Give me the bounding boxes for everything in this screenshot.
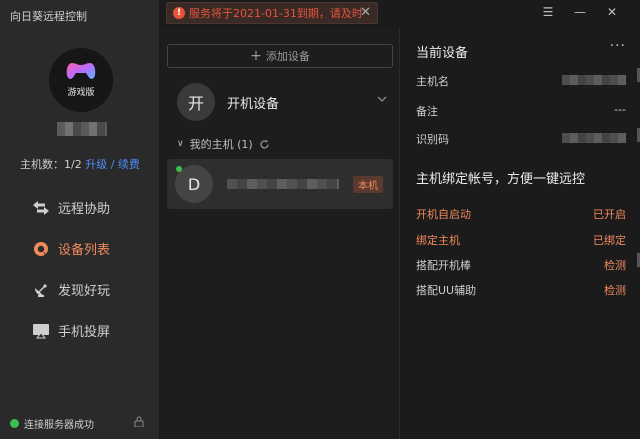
option-autostart: 开机自启动 已开启 [416, 206, 626, 222]
connection-status: 连接服务器成功 [10, 416, 94, 431]
more-icon[interactable]: ··· [610, 38, 626, 54]
option-key: 开机自启动 [416, 208, 471, 221]
my-hosts-header[interactable]: ∨ 我的主机 (1) [177, 136, 270, 152]
nav-label: 远程协助 [58, 202, 111, 217]
field-hostname: 主机名 [416, 73, 626, 89]
expiry-notice: ! 服务将于2021-01-31到期，请及时 ✕ [166, 2, 378, 24]
upgrade-link[interactable]: 升级 [85, 158, 107, 171]
notice-text: 服务将于2021-01-31到期，请及时 [189, 7, 363, 20]
current-device-panel: 当前设备 ··· 主机名 备注 --- 识别码 主机绑定帐号，方便一键远控 开机… [401, 28, 640, 439]
field-key: 备注 [416, 105, 438, 118]
gamepad-icon [66, 63, 96, 79]
refresh-icon[interactable] [259, 139, 270, 150]
option-key: 绑定主机 [416, 234, 460, 247]
panel-title: 当前设备 [416, 46, 469, 61]
add-device-label: 添加设备 [265, 50, 310, 63]
menu-icon[interactable]: ☰ [540, 4, 556, 20]
device-name-blurred [227, 179, 339, 189]
option-bind-host: 绑定主机 已绑定 [416, 232, 626, 248]
status-text: 连接服务器成功 [24, 420, 94, 431]
swap-arrows-icon [32, 199, 50, 217]
sidebar: 向日葵远程控制 游戏版 主机数：1/2 升级 / 续费 远程协助 设备列表 发现… [0, 0, 160, 439]
option-check-button[interactable]: 检测 [604, 282, 626, 298]
section-title: 主机绑定帐号，方便一键远控 [416, 172, 586, 187]
option-value[interactable]: 已开启 [593, 206, 626, 222]
my-hosts-label: 我的主机 (1) [189, 138, 253, 151]
field-key: 主机名 [416, 75, 449, 88]
device-list-icon [32, 240, 50, 258]
local-machine-badge: 本机 [353, 176, 383, 193]
device-row[interactable]: D 本机 [167, 159, 393, 209]
alert-icon: ! [173, 7, 185, 19]
close-icon[interactable]: ✕ [360, 5, 371, 20]
host-count: 主机数：1/2 升级 / 续费 [20, 156, 140, 172]
option-key: 搭配UU辅助 [416, 284, 477, 297]
nav-label: 发现好玩 [58, 284, 111, 299]
lock-icon[interactable] [134, 416, 144, 427]
nav-label: 设备列表 [58, 243, 111, 258]
avatar[interactable]: 游戏版 [49, 48, 113, 112]
device-list-panel: + 添加设备 开 开机设备 ∨ 我的主机 (1) D 本机 [161, 28, 400, 439]
field-value[interactable]: --- [614, 103, 626, 119]
option-value[interactable]: 已绑定 [593, 232, 626, 248]
option-key: 搭配开机棒 [416, 259, 471, 272]
field-remark: 备注 --- [416, 103, 626, 119]
online-indicator [176, 166, 182, 172]
host-count-label: 主机数：1/2 [20, 158, 82, 171]
field-value-blurred [562, 133, 626, 143]
group-title: 开机设备 [227, 96, 280, 112]
field-key: 识别码 [416, 133, 449, 146]
username-blurred [57, 122, 107, 136]
link-separator: / [110, 158, 118, 171]
avatar-label: 游戏版 [67, 88, 95, 98]
add-device-button[interactable]: + 添加设备 [167, 44, 393, 68]
chevron-down-icon[interactable] [377, 94, 387, 104]
field-id-code: 识别码 [416, 131, 626, 147]
nav-item-screen-cast[interactable]: 手机投屏 [32, 321, 110, 340]
app-title: 向日葵远程控制 [10, 10, 87, 23]
field-value-blurred [562, 75, 626, 85]
close-window-button[interactable]: ✕ [604, 4, 620, 20]
status-dot [10, 419, 19, 428]
group-avatar: 开 [177, 83, 215, 121]
renew-link[interactable]: 续费 [118, 158, 140, 171]
minimize-button[interactable]: — [572, 4, 588, 20]
nav-label: 手机投屏 [58, 325, 111, 340]
screen-cast-icon [32, 322, 50, 340]
plus-icon: + [250, 48, 262, 64]
nav-item-discover[interactable]: 发现好玩 [32, 280, 110, 299]
option-boot-stick: 搭配开机棒 检测 [416, 257, 626, 273]
option-uu-assist: 搭配UU辅助 检测 [416, 282, 626, 298]
group-header[interactable]: 开 开机设备 [177, 82, 387, 122]
nav-item-remote-assist[interactable]: 远程协助 [32, 198, 110, 217]
satellite-dish-icon [32, 281, 50, 299]
nav-item-device-list[interactable]: 设备列表 [32, 239, 110, 258]
chevron-down-icon: ∨ [177, 139, 184, 149]
option-check-button[interactable]: 检测 [604, 257, 626, 273]
